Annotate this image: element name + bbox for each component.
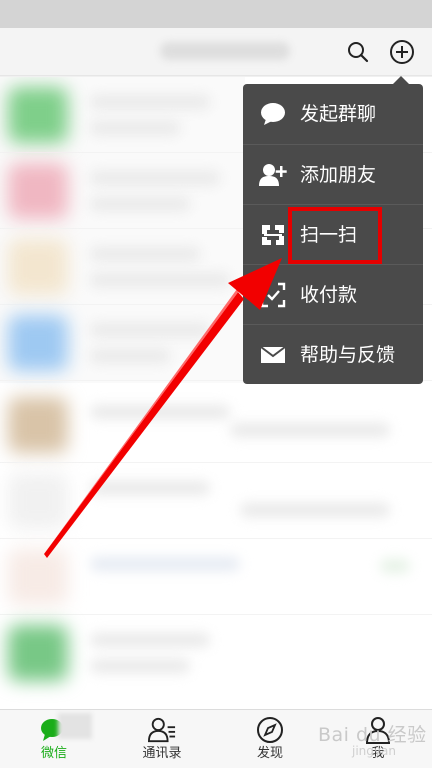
mail-icon	[259, 341, 287, 369]
blurred-text	[230, 423, 390, 437]
chat-bubble-icon	[259, 100, 287, 128]
tab-label: 微信	[40, 746, 67, 761]
blurred-title	[160, 42, 290, 60]
watermark-text: Bai du 经验	[318, 724, 427, 746]
blurred-text	[90, 633, 210, 647]
list-item[interactable]	[0, 539, 432, 615]
watermark: Bai du 经验 jingyan	[312, 714, 430, 764]
add-friend-icon	[259, 161, 287, 189]
tab-label: 通讯录	[142, 746, 182, 761]
watermark-subtext: jingyan	[352, 744, 396, 758]
menu-item-label: 帮助与反馈	[300, 344, 396, 366]
menu-item-add-friend[interactable]: 添加朋友	[243, 144, 423, 204]
blurred-text	[240, 503, 390, 517]
tab-discover[interactable]: 发现	[230, 710, 310, 768]
blurred-text	[90, 121, 180, 135]
tab-label: 发现	[256, 746, 283, 761]
blurred-text	[90, 323, 210, 337]
menu-item-label: 添加朋友	[300, 164, 377, 186]
blurred-text	[90, 171, 220, 185]
blurred-text	[90, 659, 190, 673]
scan-icon	[259, 221, 287, 249]
search-icon[interactable]	[342, 36, 374, 68]
menu-item-label: 收付款	[300, 284, 358, 306]
avatar	[8, 163, 68, 219]
avatar	[8, 625, 68, 681]
menu-item-payment[interactable]: 收付款	[243, 264, 423, 324]
discover-icon	[256, 716, 284, 744]
menu-item-label: 发起群聊	[300, 103, 377, 125]
menu-item-group-chat[interactable]: 发起群聊	[243, 84, 423, 144]
blurred-text	[90, 197, 190, 211]
menu-item-help-feedback[interactable]: 帮助与反馈	[243, 324, 423, 384]
avatar	[8, 87, 68, 143]
title-bar	[0, 28, 432, 76]
blurred-text	[90, 349, 170, 363]
avatar	[8, 473, 68, 529]
list-item[interactable]	[0, 615, 432, 691]
blurred-badge	[58, 713, 92, 739]
blurred-text	[90, 95, 210, 109]
blurred-text	[90, 557, 240, 571]
status-bar	[0, 0, 432, 28]
list-item[interactable]	[0, 387, 432, 463]
tab-contacts[interactable]: 通讯录	[122, 710, 202, 768]
payment-icon	[259, 281, 287, 309]
add-icon[interactable]	[386, 36, 418, 68]
avatar	[8, 315, 68, 371]
blurred-text	[90, 247, 200, 261]
list-item[interactable]	[0, 463, 432, 539]
blurred-text	[380, 559, 410, 573]
avatar	[8, 549, 68, 605]
avatar	[8, 239, 68, 295]
blurred-text	[90, 273, 230, 287]
blurred-text	[90, 405, 230, 419]
blurred-text	[90, 481, 210, 495]
highlight-box	[288, 207, 382, 264]
contacts-icon	[148, 716, 176, 744]
avatar	[8, 397, 68, 453]
